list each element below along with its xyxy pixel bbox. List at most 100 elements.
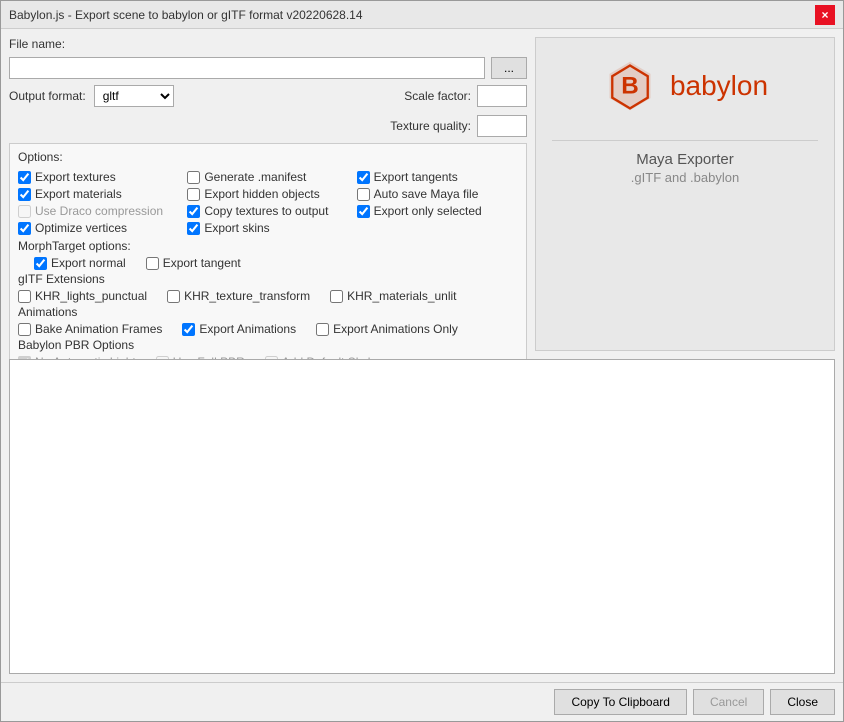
close-button[interactable]: × — [815, 5, 835, 25]
checkbox-use-draco: Use Draco compression — [18, 204, 179, 218]
animations-section: Animations Bake Animation Frames Export … — [18, 305, 518, 336]
texture-quality-label: Texture quality: — [390, 119, 471, 133]
cb-generate-manifest[interactable] — [187, 171, 200, 184]
checkbox-khr-materials: KHR_materials_unlit — [330, 289, 456, 303]
cb-export-anim[interactable] — [182, 323, 195, 336]
cancel-button[interactable]: Cancel — [693, 689, 764, 715]
format-row: Output format: gltf babylon — [9, 85, 174, 107]
scale-factor-input[interactable]: 1 — [477, 85, 527, 107]
checkbox-export-anim-only: Export Animations Only — [316, 322, 458, 336]
cb-label-export-skins: Export skins — [204, 221, 269, 235]
cb-export-only-selected[interactable] — [357, 205, 370, 218]
gltf-babylon-label: .gITF and .babylon — [631, 170, 739, 185]
checkbox-export-anim: Export Animations — [182, 322, 296, 336]
svg-text:B: B — [621, 72, 639, 99]
cb-label-auto-save: Auto save Maya file — [374, 187, 479, 201]
cb-label-khr-materials: KHR_materials_unlit — [347, 289, 456, 303]
output-area — [9, 359, 835, 675]
cb-auto-save[interactable] — [357, 188, 370, 201]
gltf-extensions-options: KHR_lights_punctual KHR_texture_transfor… — [18, 289, 518, 303]
babylon-title-text: babylon — [670, 72, 768, 100]
cb-label-copy-textures: Copy textures to output — [204, 204, 328, 218]
checkbox-export-normal: Export normal — [34, 256, 126, 270]
cb-export-tangent[interactable] — [146, 257, 159, 270]
checkbox-export-textures: Export textures — [18, 170, 179, 184]
checkbox-export-materials: Export materials — [18, 187, 179, 201]
file-name-row: File name: — [9, 37, 527, 51]
cb-export-tangents[interactable] — [357, 171, 370, 184]
options-section: Options: Export textures Generate .manif… — [9, 143, 527, 359]
checkbox-export-tangent: Export tangent — [146, 256, 241, 270]
cb-label-export-hidden: Export hidden objects — [204, 187, 319, 201]
scale-factor-row: Scale factor: 1 — [404, 85, 527, 107]
close-button-bottom[interactable]: Close — [770, 689, 835, 715]
title-bar: Babylon.js - Export scene to babylon or … — [1, 1, 843, 29]
cb-label-export-normal: Export normal — [51, 256, 126, 270]
morph-target-section: MorphTarget options: Export normal Expor… — [18, 239, 518, 270]
babylon-text-block: babylon — [670, 72, 768, 100]
maya-exporter-label: Maya Exporter — [636, 151, 734, 168]
gltf-extensions-section: gITF Extensions KHR_lights_punctual KHR_… — [18, 272, 518, 303]
checkbox-auto-save: Auto save Maya file — [357, 187, 518, 201]
cb-khr-materials[interactable] — [330, 290, 343, 303]
bottom-bar: Copy To Clipboard Cancel Close — [1, 682, 843, 721]
file-name-label: File name: — [9, 37, 65, 51]
cb-label-export-tangents: Export tangents — [374, 170, 458, 184]
cb-optimize-vertices[interactable] — [18, 222, 31, 235]
cb-export-skins[interactable] — [187, 222, 200, 235]
cb-label-export-materials: Export materials — [35, 187, 122, 201]
scale-factor-label: Scale factor: — [404, 89, 471, 103]
animations-title: Animations — [18, 305, 518, 319]
options-title: Options: — [18, 150, 518, 164]
checkbox-export-only-selected: Export only selected — [357, 204, 518, 218]
checkbox-optimize-vertices: Optimize vertices — [18, 221, 179, 235]
cb-export-normal[interactable] — [34, 257, 47, 270]
cb-khr-lights[interactable] — [18, 290, 31, 303]
cb-export-anim-only[interactable] — [316, 323, 329, 336]
cb-export-textures[interactable] — [18, 171, 31, 184]
cb-label-export-only-selected: Export only selected — [374, 204, 482, 218]
cb-label-khr-lights: KHR_lights_punctual — [35, 289, 147, 303]
checkbox-khr-lights: KHR_lights_punctual — [18, 289, 147, 303]
options-grid: Export textures Generate .manifest Expor… — [18, 170, 518, 235]
cb-export-hidden[interactable] — [187, 188, 200, 201]
file-browse-button[interactable]: ... — [491, 57, 527, 79]
morph-target-title: MorphTarget options: — [18, 239, 518, 253]
main-window: Babylon.js - Export scene to babylon or … — [0, 0, 844, 722]
file-name-input-row: ... — [9, 57, 527, 79]
copy-to-clipboard-button[interactable]: Copy To Clipboard — [554, 689, 687, 715]
cb-label-optimize-vertices: Optimize vertices — [35, 221, 127, 235]
gltf-extensions-title: gITF Extensions — [18, 272, 518, 286]
checkbox-bake-anim: Bake Animation Frames — [18, 322, 162, 336]
cb-khr-texture[interactable] — [167, 290, 180, 303]
cb-label-export-textures: Export textures — [35, 170, 116, 184]
texture-quality-input[interactable]: 100 — [477, 115, 527, 137]
main-content: File name: ... Output format: gltf babyl… — [1, 29, 843, 359]
right-panel: B babylon Maya Exporter .gITF and .babyl… — [535, 37, 835, 351]
cb-label-export-tangent: Export tangent — [163, 256, 241, 270]
checkbox-export-skins: Export skins — [187, 221, 348, 235]
cb-label-generate-manifest: Generate .manifest — [204, 170, 306, 184]
cb-label-bake-anim: Bake Animation Frames — [35, 322, 162, 336]
output-format-select[interactable]: gltf babylon — [94, 85, 174, 107]
cb-label-export-anim: Export Animations — [199, 322, 296, 336]
babylon-icon-svg: B — [602, 58, 658, 114]
cb-label-khr-texture: KHR_texture_transform — [184, 289, 310, 303]
logo-separator — [552, 140, 818, 141]
cb-bake-anim[interactable] — [18, 323, 31, 336]
file-name-input[interactable] — [9, 57, 485, 79]
cb-label-export-anim-only: Export Animations Only — [333, 322, 458, 336]
babylon-pbr-title: Babylon PBR Options — [18, 338, 518, 352]
cb-export-materials[interactable] — [18, 188, 31, 201]
cb-copy-textures[interactable] — [187, 205, 200, 218]
checkbox-generate-manifest: Generate .manifest — [187, 170, 348, 184]
checkbox-export-hidden: Export hidden objects — [187, 187, 348, 201]
output-format-label: Output format: — [9, 89, 86, 103]
left-panel: File name: ... Output format: gltf babyl… — [9, 37, 527, 351]
morph-options: Export normal Export tangent — [18, 256, 518, 270]
cb-use-draco[interactable] — [18, 205, 31, 218]
babylon-pbr-section: Babylon PBR Options No Automatic Light U… — [18, 338, 518, 359]
animations-options: Bake Animation Frames Export Animations … — [18, 322, 518, 336]
babylon-logo: B babylon — [602, 58, 768, 114]
checkbox-export-tangents: Export tangents — [357, 170, 518, 184]
